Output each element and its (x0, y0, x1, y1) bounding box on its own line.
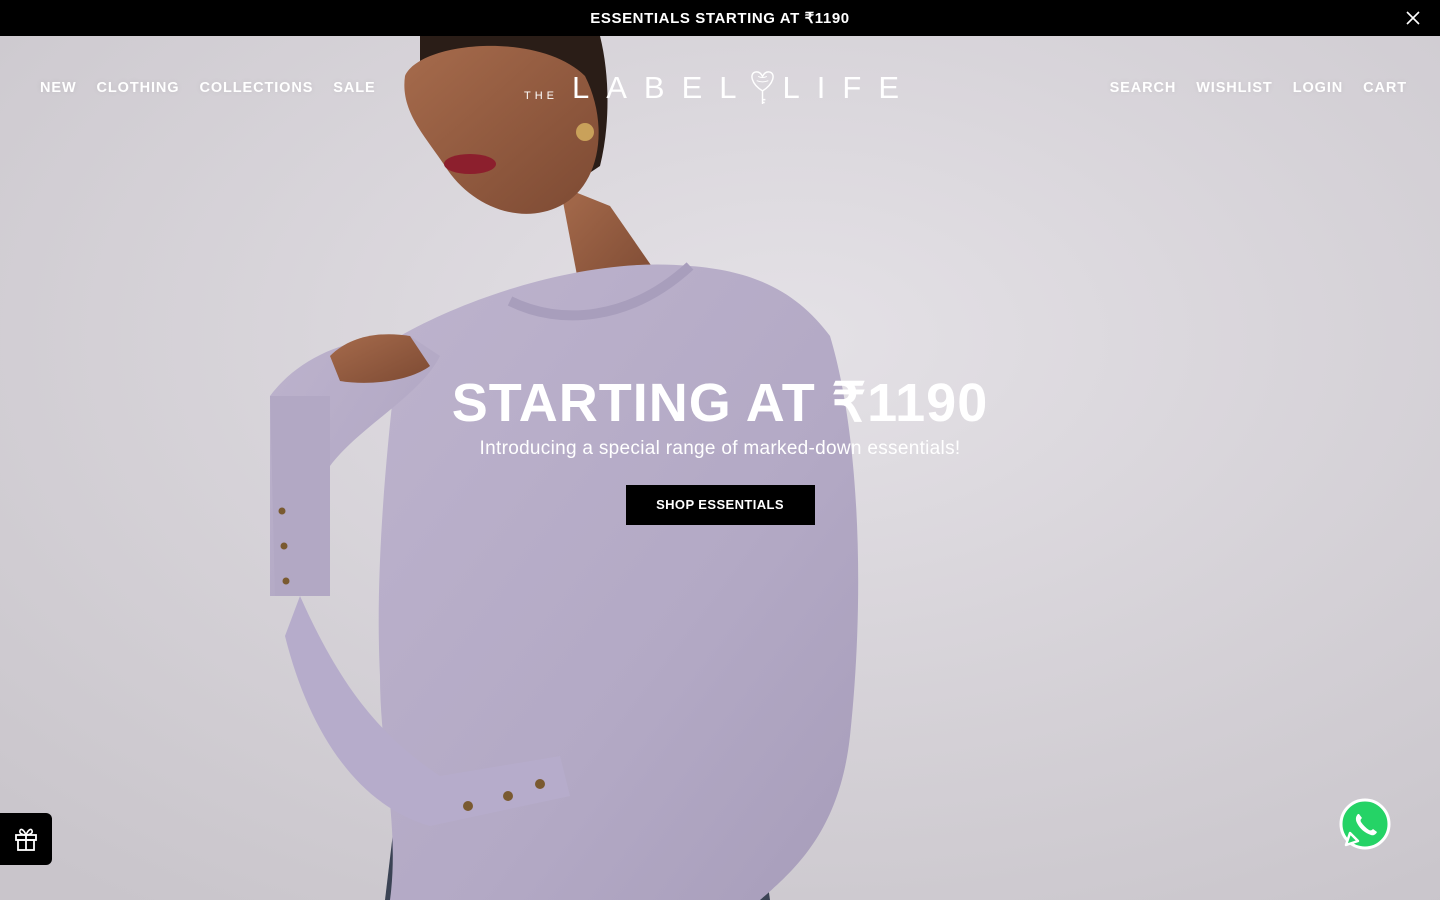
nav-wishlist[interactable]: WISHLIST (1196, 80, 1272, 96)
nav-collections[interactable]: COLLECTIONS (199, 80, 313, 96)
site-header: NEW CLOTHING COLLECTIONS SALE THE LABEL … (0, 36, 1440, 142)
nav-login[interactable]: LOGIN (1293, 80, 1343, 96)
whatsapp-icon[interactable] (1338, 797, 1392, 851)
primary-nav: NEW CLOTHING COLLECTIONS SALE (40, 80, 376, 96)
nav-new[interactable]: NEW (40, 80, 77, 96)
announcement-text: ESSENTIALS STARTING AT ₹1190 (590, 10, 850, 27)
nav-search[interactable]: SEARCH (1110, 80, 1177, 96)
logo-the: THE (524, 90, 558, 102)
hero-title: STARTING AT ₹1190 (451, 373, 989, 433)
logo-label: LABEL (572, 70, 754, 105)
nav-cart[interactable]: CART (1363, 80, 1407, 96)
nav-sale[interactable]: SALE (333, 80, 375, 96)
nav-clothing[interactable]: CLOTHING (97, 80, 180, 96)
heart-key-icon (750, 71, 774, 104)
gift-icon (15, 828, 37, 851)
site-logo[interactable]: THE LABEL LIFE (524, 62, 916, 114)
announcement-bar: ESSENTIALS STARTING AT ₹1190 (0, 0, 1440, 36)
logo-life: LIFE (782, 70, 916, 105)
gift-button[interactable] (0, 813, 52, 865)
hero-copy: STARTING AT ₹1190 Introducing a special … (0, 372, 1440, 525)
close-icon[interactable] (1404, 9, 1422, 27)
hero-subtitle: Introducing a special range of marked-do… (479, 438, 961, 459)
utility-nav: SEARCH WISHLIST LOGIN CART (1110, 80, 1407, 96)
shop-essentials-button[interactable]: SHOP ESSENTIALS (625, 485, 815, 525)
